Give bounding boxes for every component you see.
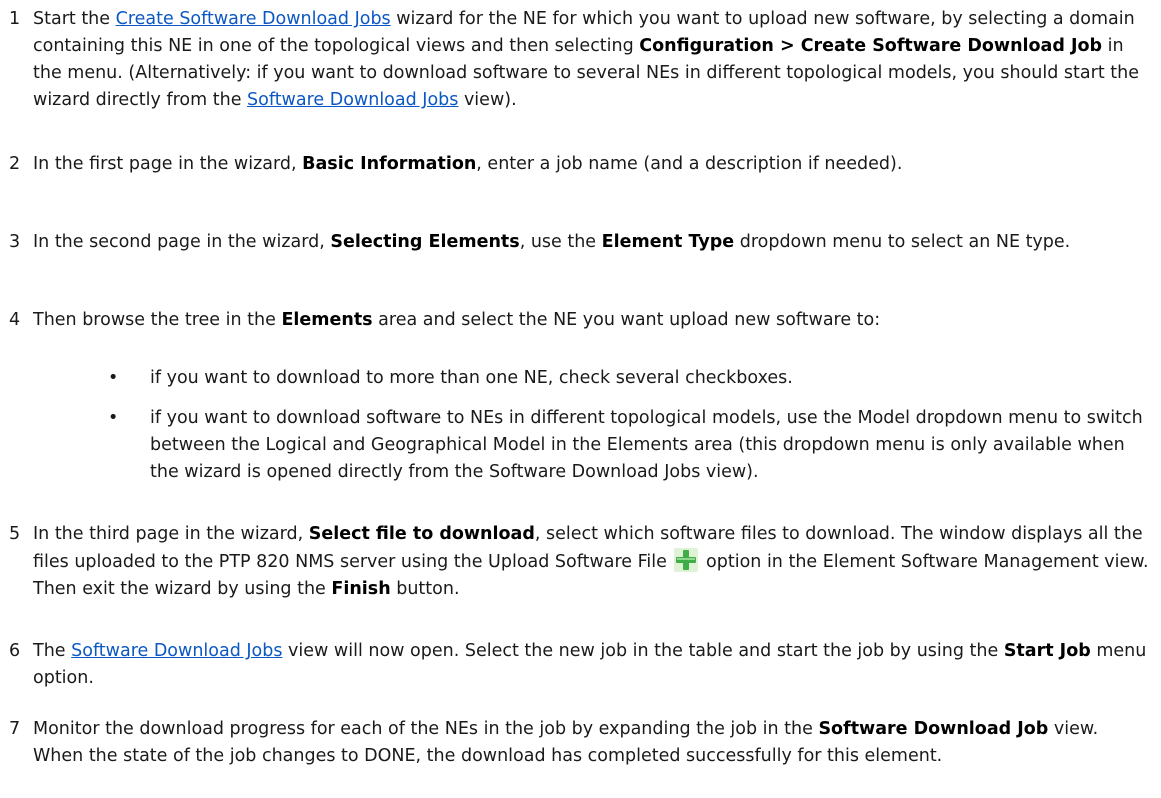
text-fragment: button. [390,579,460,599]
step-text: Then browse the tree in the Elements are… [33,307,1151,334]
text-fragment: In the third page in the wizard, [33,524,309,544]
text-fragment: In the first page in the wizard, [33,154,303,174]
field-name: Element Type [601,232,735,252]
bullet-text: if you want to download to more than one… [150,368,793,388]
text-fragment: , use the [519,232,602,252]
software-download-jobs-link[interactable]: Software Download Jobs [247,90,458,110]
text-fragment: dropdown menu to select an NE type. [734,232,1071,252]
wizard-page-name: Select file to download [308,524,535,544]
step-text: The Software Download Jobs view will now… [33,638,1151,692]
menu-option: Start Job [1003,641,1091,661]
text-fragment: Start the [33,9,116,29]
bullet-icon: • [108,368,119,388]
view-name: Software Download Job [818,719,1049,739]
step-number: 4 [9,310,21,330]
button-name: Finish [331,579,391,599]
step-number: 6 [9,641,21,661]
step-text: In the second page in the wizard, Select… [33,229,1151,256]
step-number: 2 [9,154,21,174]
text-fragment: area and select the NE you want upload n… [372,310,881,330]
step-number: 7 [9,719,21,739]
wizard-page-name: Selecting Elements [330,232,520,252]
step-text: Start the Create Software Download Jobs … [33,6,1151,114]
text-fragment: Monitor the download progress for each o… [33,719,819,739]
step-text: In the third page in the wizard, Select … [33,521,1151,603]
create-software-download-jobs-link[interactable]: Create Software Download Jobs [116,9,391,29]
bullet-text: if you want to download software to NEs … [150,408,1143,482]
text-fragment: In the second page in the wizard, [33,232,331,252]
text-fragment: view will now open. Select the new job i… [282,641,1004,661]
procedure-document: 1 Start the Create Software Download Job… [0,0,1161,798]
step-text: In the first page in the wizard, Basic I… [33,151,1151,178]
step-text: Monitor the download progress for each o… [33,716,1151,770]
text-fragment: The [33,641,72,661]
step-number: 3 [9,232,21,252]
text-fragment: , enter a job name (and a description if… [476,154,903,174]
text-fragment: Then browse the tree in the [33,310,282,330]
software-download-jobs-link[interactable]: Software Download Jobs [71,641,282,661]
text-fragment: view). [458,90,517,110]
bullet-icon: • [108,408,119,428]
green-plus-icon [674,548,699,572]
step-number: 5 [9,524,21,544]
step-number: 1 [9,9,21,29]
menu-path: Configuration > Create Software Download… [639,36,1103,56]
area-name: Elements [281,310,373,330]
wizard-page-name: Basic Information [302,154,477,174]
